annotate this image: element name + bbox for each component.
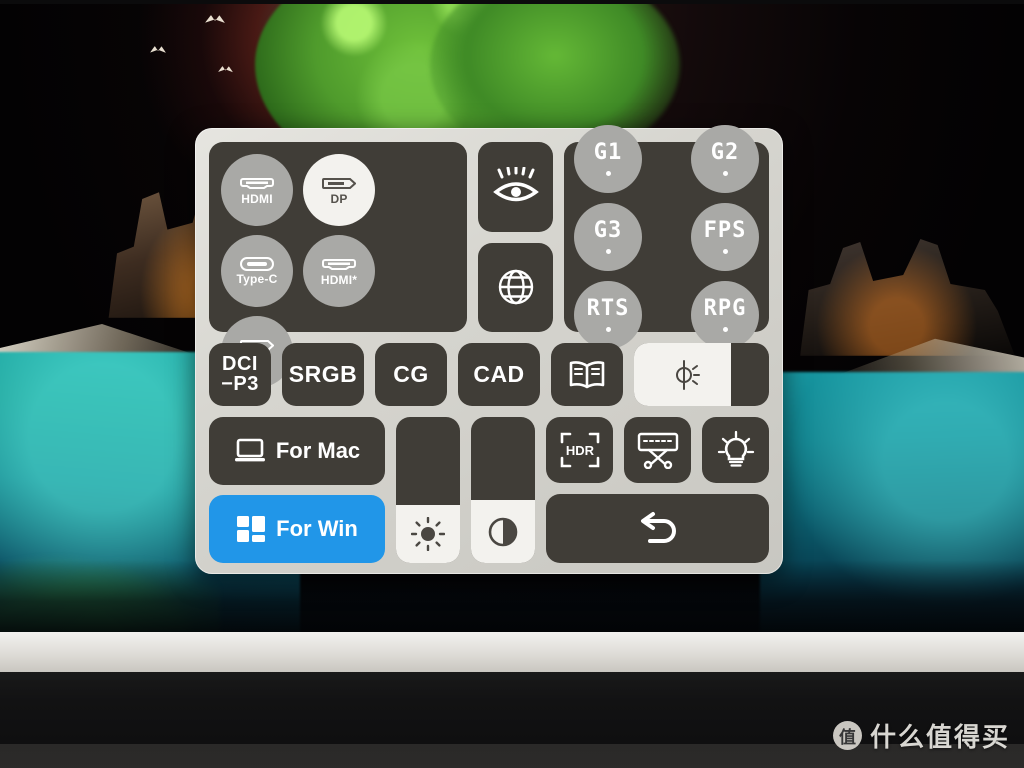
color-mode-label: DCI [222, 352, 258, 375]
watermark-logo-icon: 值 [832, 721, 862, 750]
game-preset-group: G1 G2 G3 FPS RTS RPG [564, 125, 769, 349]
contrast-slider[interactable] [471, 417, 535, 563]
os-mode-for-mac[interactable]: For Mac [209, 417, 385, 485]
light-button[interactable] [702, 417, 769, 483]
color-mode-srgb[interactable]: SRGB [282, 343, 364, 406]
globe-icon [498, 270, 533, 305]
contrast-icon [488, 517, 518, 546]
dp-port-icon [322, 177, 356, 189]
game-preset-g3[interactable]: G3 [574, 203, 642, 271]
hdmi-port-icon [322, 258, 356, 270]
hdr-button[interactable]: HDR [546, 417, 613, 483]
os-mode-column: For Mac For Win [209, 417, 385, 563]
watermark: 值 什么值得买 [832, 717, 1010, 754]
typec-port-icon [240, 257, 274, 271]
preset-dot-icon [722, 327, 728, 332]
os-mode-label: For Win [276, 516, 358, 541]
language-button[interactable] [478, 242, 553, 332]
undo-arrow-icon [640, 511, 676, 543]
reading-mode-button[interactable] [551, 343, 623, 406]
low-blue-light-icon [634, 343, 769, 406]
low-blue-light-slider[interactable] [634, 343, 769, 406]
monitor-bezel-top [0, 0, 1024, 4]
brightness-slider[interactable] [396, 417, 460, 563]
svg-text:HDR: HDR [565, 443, 594, 458]
preset-dot-icon [722, 249, 728, 254]
preset-dot-icon [605, 249, 611, 254]
game-preset-label: G2 [710, 140, 740, 165]
hdmi-port-icon [240, 177, 274, 189]
osd-control-panel: HDMI DP Type-C HDMI* G1 G2 G3 FPS RTS RP… [195, 125, 783, 574]
middle-icon-column [478, 142, 553, 332]
input-label: HDMI* [320, 272, 358, 287]
bottom-row: For Mac For Win HDR [209, 417, 769, 563]
windows-icon [237, 516, 266, 542]
sun-icon [411, 516, 445, 551]
color-mode-label-2: −P3 [221, 372, 259, 395]
feature-column: HDR [546, 417, 769, 563]
game-preset-label: RPG [703, 296, 747, 321]
game-preset-fps[interactable]: FPS [691, 203, 759, 271]
watermark-text: 什么值得买 [869, 722, 1010, 752]
input-button-dp[interactable]: DP [303, 154, 375, 226]
color-mode-dci-p3[interactable]: DCI −P3 [209, 343, 271, 406]
input-label: HDMI [241, 191, 273, 206]
game-preset-label: RTS [586, 296, 630, 321]
input-label: Type-C [236, 272, 278, 286]
game-preset-rts[interactable]: RTS [574, 281, 642, 349]
input-button-hdmi[interactable]: HDMI [221, 154, 293, 226]
slider-fill [396, 504, 460, 563]
preset-dot-icon [722, 171, 728, 176]
input-button-typec[interactable]: Type-C [221, 235, 293, 307]
game-preset-g2[interactable]: G2 [691, 125, 759, 193]
game-preset-label: G3 [593, 218, 623, 243]
color-mode-cg[interactable]: CG [375, 343, 447, 406]
preset-dot-icon [605, 327, 611, 332]
input-button-hdmi-alt[interactable]: HDMI* [303, 235, 375, 307]
vertical-sliders [396, 417, 535, 563]
preset-dot-icon [605, 171, 611, 176]
game-preset-label: FPS [703, 218, 747, 243]
os-mode-label: For Mac [275, 438, 361, 463]
eye-care-button[interactable] [478, 142, 553, 232]
feature-button-row: HDR [546, 417, 769, 483]
eye-care-icon [492, 166, 539, 201]
hdr-icon: HDR [560, 432, 599, 468]
color-mode-cad[interactable]: CAD [458, 343, 540, 406]
crop-scissors-icon [637, 432, 678, 469]
back-button[interactable] [546, 494, 769, 563]
screen-crop-button[interactable] [624, 417, 691, 483]
input-label: DP [330, 191, 348, 206]
game-preset-g1[interactable]: G1 [574, 125, 642, 193]
lightbulb-icon [717, 430, 754, 467]
book-icon [569, 360, 605, 388]
monitor-bezel-white [0, 632, 1024, 672]
laptop-icon [234, 438, 265, 462]
os-mode-for-win[interactable]: For Win [209, 495, 385, 563]
game-preset-rpg[interactable]: RPG [691, 281, 759, 349]
slider-fill [471, 500, 535, 563]
game-preset-label: G1 [593, 140, 623, 165]
color-mode-row: DCI −P3 SRGB CG CAD [209, 343, 769, 406]
input-source-group: HDMI DP Type-C HDMI* [209, 142, 467, 388]
monitor-photo-scene: R 值 什么值得买 HDMI [0, 0, 1024, 768]
